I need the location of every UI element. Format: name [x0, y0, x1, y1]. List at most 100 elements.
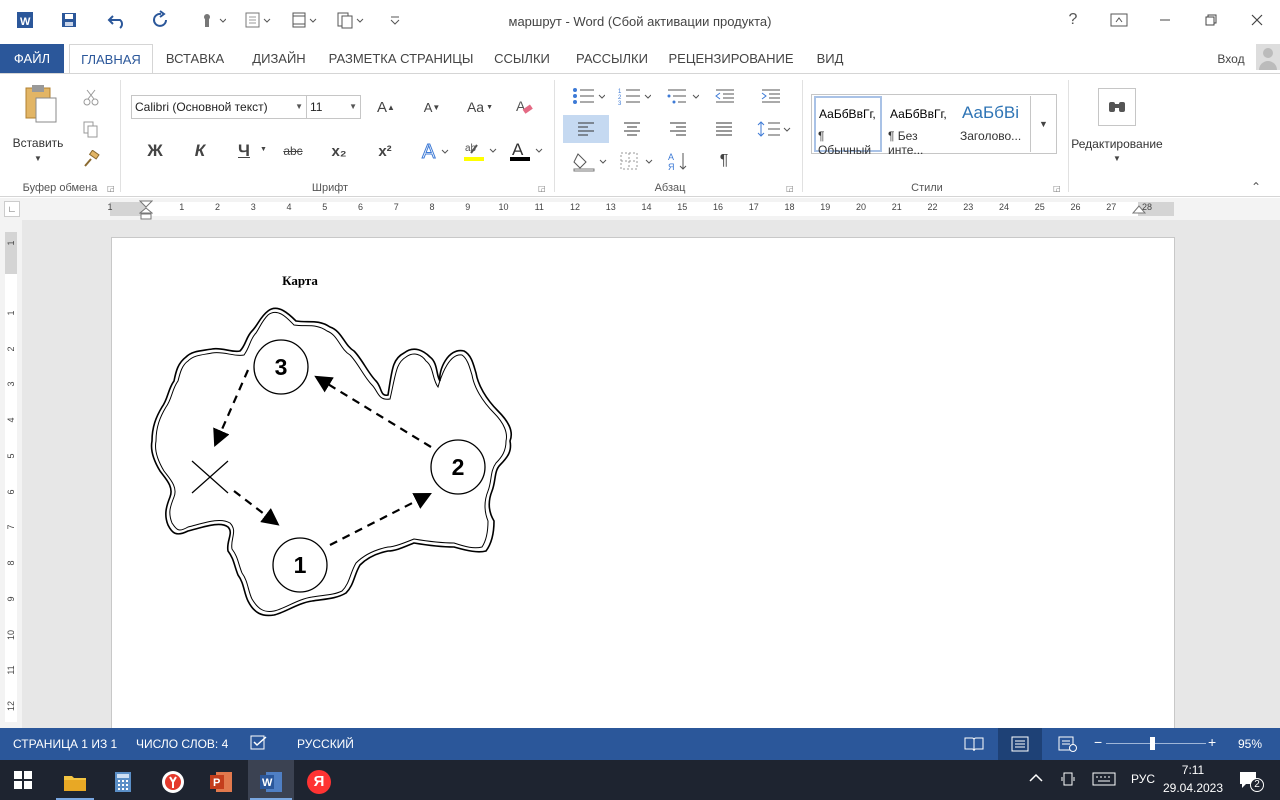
zoom-level[interactable]: 95% [1238, 737, 1262, 751]
word-app-icon[interactable]: W [12, 8, 38, 32]
underline-button[interactable]: Ч [230, 138, 258, 164]
file-explorer-icon[interactable] [52, 764, 98, 800]
copy-icon[interactable] [80, 118, 102, 140]
tray-device-icon[interactable] [1060, 771, 1078, 792]
tab-design[interactable]: ДИЗАЙН [240, 44, 318, 74]
shading-icon[interactable] [570, 148, 610, 174]
align-right-icon[interactable] [664, 115, 692, 143]
word-taskbar-icon[interactable]: W [248, 764, 294, 800]
style-no-spacing[interactable]: АаБбВвГг, ¶ Без инте... [886, 96, 956, 157]
styles-launcher-icon[interactable]: ◲ [1053, 184, 1061, 193]
page-count[interactable]: СТРАНИЦА 1 ИЗ 1 [13, 737, 117, 751]
italic-button[interactable]: К [186, 138, 214, 164]
editing-button[interactable]: Редактирование [1070, 137, 1164, 151]
numbering-icon[interactable]: 123 [616, 84, 652, 108]
map-drawing[interactable]: 3 2 1 [148, 301, 528, 641]
customize-qat-icon[interactable] [382, 8, 408, 32]
align-left-icon[interactable] [563, 115, 609, 143]
undo-icon[interactable] [104, 8, 130, 32]
paragraph-launcher-icon[interactable]: ◲ [786, 184, 794, 193]
align-center-icon[interactable] [618, 115, 646, 143]
editing-dropdown-icon[interactable]: ▼ [1113, 154, 1121, 163]
cut-icon[interactable] [80, 86, 102, 108]
yandex-icon[interactable]: Я [296, 764, 342, 800]
keyboard-icon[interactable] [1092, 771, 1116, 790]
page-setup-icon[interactable] [334, 8, 366, 32]
bold-button[interactable]: Ж [141, 138, 169, 164]
save-icon[interactable] [56, 8, 82, 32]
signin-link[interactable]: Вход [1210, 44, 1252, 74]
language-status[interactable]: РУССКИЙ [297, 737, 354, 751]
font-name-combo[interactable]: Calibri (Основной текст) ▼ [131, 95, 307, 119]
shrink-font-button[interactable]: A ▼ [418, 94, 446, 120]
clipboard-launcher-icon[interactable]: ◲ [107, 184, 115, 193]
underline-dropdown-icon[interactable]: ▼ [260, 146, 267, 153]
clear-formatting-icon[interactable]: A [510, 94, 538, 120]
find-icon[interactable] [1098, 88, 1136, 126]
indent-marker-icon[interactable] [139, 200, 153, 220]
page-frame-icon[interactable] [288, 8, 320, 32]
style-heading-1[interactable]: АаБбВі Заголово... [958, 96, 1028, 152]
powerpoint-icon[interactable]: P [198, 764, 244, 800]
tab-home[interactable]: ГЛАВНАЯ [69, 44, 153, 74]
ribbon-display-options-icon[interactable] [1096, 8, 1142, 32]
grow-font-button[interactable]: A ▲ [372, 94, 400, 120]
zoom-slider-thumb[interactable] [1150, 737, 1155, 750]
paste-dropdown-icon[interactable]: ▼ [34, 154, 42, 163]
bullets-icon[interactable] [570, 84, 606, 108]
zoom-track[interactable] [1106, 743, 1206, 744]
paste-icon[interactable] [14, 82, 64, 126]
clock-date[interactable]: 29.04.2023 [1162, 781, 1224, 795]
layout-icon[interactable] [242, 8, 274, 32]
show-marks-button[interactable]: ¶ [710, 148, 738, 174]
calculator-icon[interactable] [100, 764, 146, 800]
superscript-button[interactable]: x² [370, 138, 400, 164]
clock-time[interactable]: 7:11 [1164, 763, 1222, 777]
line-spacing-icon[interactable] [756, 115, 792, 143]
tab-page-layout[interactable]: РАЗМЕТКА СТРАНИЦЫ [326, 44, 476, 74]
touch-mode-icon[interactable] [196, 8, 228, 32]
print-layout-icon[interactable] [998, 728, 1042, 760]
tab-insert[interactable]: ВСТАВКА [158, 44, 232, 74]
strikethrough-button[interactable]: abc [278, 138, 308, 164]
highlight-color-icon[interactable]: ab [460, 138, 500, 164]
tab-review[interactable]: РЕЦЕНЗИРОВАНИЕ [666, 44, 796, 74]
document-page[interactable]: Карта 3 2 1 [111, 237, 1175, 737]
borders-icon[interactable] [616, 148, 656, 174]
minimize-icon[interactable] [1142, 8, 1188, 32]
change-case-button[interactable]: Aa ▼ [463, 94, 497, 120]
justify-icon[interactable] [710, 115, 738, 143]
zoom-out-button[interactable]: − [1094, 734, 1102, 750]
increase-indent-icon[interactable] [758, 84, 784, 108]
web-layout-icon[interactable] [1058, 736, 1078, 755]
collapse-ribbon-icon[interactable]: ⌃ [1251, 180, 1261, 194]
paste-button[interactable]: Вставить [10, 136, 66, 150]
word-count[interactable]: ЧИСЛО СЛОВ: 4 [136, 737, 228, 751]
close-icon[interactable] [1234, 8, 1280, 32]
restore-icon[interactable] [1188, 8, 1234, 32]
proofing-icon[interactable] [250, 735, 268, 754]
tab-references[interactable]: ССЫЛКИ [486, 44, 558, 74]
tab-file[interactable]: ФАЙЛ [0, 44, 64, 74]
redo-icon[interactable] [148, 8, 174, 32]
subscript-button[interactable]: x₂ [324, 138, 354, 164]
format-painter-icon[interactable] [80, 148, 102, 170]
style-normal[interactable]: АаБбВвГг, ¶ Обычный [814, 96, 882, 157]
font-size-combo[interactable]: 11 ▼ [306, 95, 361, 119]
right-indent-marker-icon[interactable] [1132, 205, 1146, 215]
multilevel-list-icon[interactable] [664, 84, 700, 108]
decrease-indent-icon[interactable] [712, 84, 738, 108]
text-effects-icon[interactable]: A [418, 138, 452, 164]
windows-start-icon[interactable] [0, 762, 46, 798]
styles-more-icon[interactable]: ▼ [1030, 96, 1056, 152]
input-language[interactable]: РУС [1131, 772, 1155, 786]
help-button[interactable]: ? [1050, 8, 1096, 32]
sort-icon[interactable]: АЯ [664, 148, 694, 174]
zoom-in-button[interactable]: + [1208, 734, 1216, 750]
font-color-icon[interactable]: A [506, 138, 546, 164]
font-launcher-icon[interactable]: ◲ [538, 184, 546, 193]
avatar[interactable] [1256, 44, 1280, 70]
tab-mailings[interactable]: РАССЫЛКИ [566, 44, 658, 74]
tab-view[interactable]: ВИД [806, 44, 854, 74]
read-mode-icon[interactable] [964, 736, 984, 755]
